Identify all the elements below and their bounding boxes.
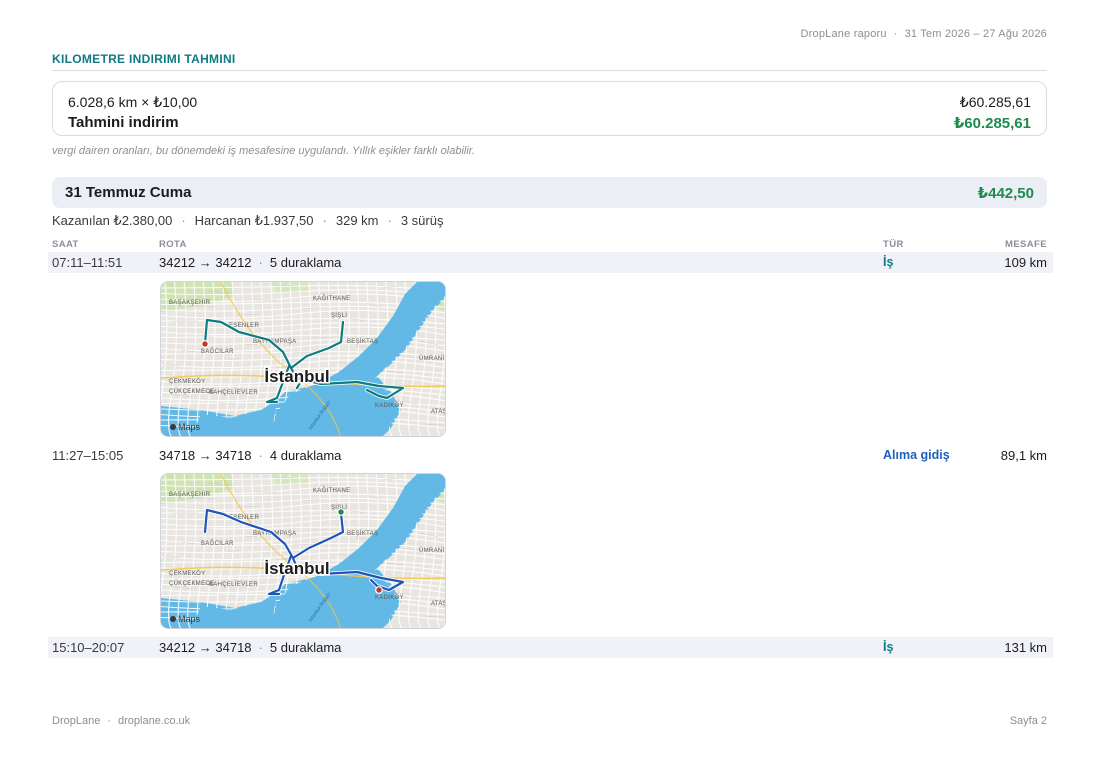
trip-type: İş: [883, 640, 894, 654]
map-district-label: ÜMRANİYE: [419, 547, 446, 554]
map-district-label: ÇÜKÇEKMECE: [169, 580, 214, 587]
footer-brand: DropLane: [52, 715, 101, 727]
trip-route-codes: 34212 → 34212: [159, 255, 252, 270]
trip-distance: 131 km: [1004, 640, 1047, 655]
map-district-label: BAHÇELİEVLER: [209, 389, 258, 396]
column-header-route: ROTA: [159, 239, 187, 250]
map-attribution-text: Maps: [178, 614, 201, 624]
calculation-note: vergi dairen oranları, bu dönemdeki iş m…: [52, 145, 476, 157]
trip-map[interactable]: BAŞAKŞEHİR KAĞITHANE ŞİŞLİ ESENLER BAYRAMPAŞ…: [160, 281, 446, 437]
trip-time: 11:27–15:05: [52, 448, 124, 463]
map-attribution-text: Maps: [178, 422, 201, 432]
stats-separator: ·: [322, 213, 327, 228]
calc-formula: 6.028,6 km × ₺10,00: [68, 94, 198, 110]
stats-separator: ·: [181, 213, 186, 228]
column-header-time: SAAT: [52, 239, 79, 250]
section-title: KILOMETRE INDIRIMI TAHMINI: [52, 52, 236, 66]
trip-type: Alıma gidiş: [883, 448, 950, 462]
trip-row[interactable]: 07:11–11:51 34212 → 34212 · 5 duraklama İş…: [48, 252, 1053, 273]
report-date-range: 31 Tem 2026 – 27 Ağu 2026: [904, 28, 1047, 40]
calc-total-row: Tahmini indirim ₺60.285,61: [68, 114, 1031, 132]
map-district-label: ÇÜKÇEKMECE: [169, 388, 214, 395]
map-district-label: ATAŞ: [431, 409, 446, 415]
trip-route-codes: 34212 → 34718: [159, 640, 252, 655]
footer: DropLane · droplane.co.uk: [52, 715, 190, 727]
trip-distance: 89,1 km: [1000, 448, 1047, 463]
map-city-label: İstanbul: [264, 559, 329, 578]
map-district-label: KADIKÖY: [375, 402, 404, 409]
map-district-label: ATAŞ: [431, 601, 446, 607]
day-distance: 329 km: [335, 213, 379, 228]
map-district-label: BAĞCILAR: [201, 348, 234, 355]
column-header-type: TÜR: [883, 239, 904, 250]
map-district-label: ÜMRANİYE: [419, 355, 446, 362]
day-title: 31 Temmuz Cuma: [65, 184, 192, 201]
trip-map[interactable]: BAŞAKŞEHİR KAĞITHANE ŞİŞLİ ESENLER BAYRAMPAŞ…: [160, 473, 446, 629]
apple-logo-icon: [170, 616, 176, 622]
map-district-label: BEŞİKTAŞ: [347, 530, 378, 537]
deduction-calculation-box: 6.028,6 km × ₺10,00 ₺60.285,61 Tahmini i…: [52, 81, 1047, 136]
calc-total-amount: ₺60.285,61: [953, 115, 1031, 132]
column-header-distance: MESAFE: [1005, 239, 1047, 250]
trip-route-codes: 34718 → 34718: [159, 448, 252, 463]
section-divider: [52, 70, 1047, 71]
map-canvas: BAŞAKŞEHİRKAĞITHANEŞİŞLİESENLERBAYRAMPAŞ…: [161, 474, 446, 628]
apple-logo-icon: [170, 424, 176, 430]
calc-total-label: Tahmini indirim: [68, 114, 179, 131]
trip-time: 15:10–20:07: [52, 640, 125, 655]
trip-stops: 5 duraklama: [269, 640, 342, 655]
map-city-label: İstanbul: [264, 367, 329, 386]
map-start-marker: [375, 586, 383, 594]
trip-row[interactable]: 11:27–15:05 34718 → 34718 · 4 duraklama Al…: [48, 445, 1053, 466]
map-canvas: BAŞAKŞEHİRKAĞITHANEŞİŞLİESENLERBAYRAMPAŞ…: [161, 282, 446, 436]
day-stats: Kazanılan ₺2.380,00 · Harcanan ₺1.937,50 · 3…: [52, 213, 443, 229]
trip-route: 34718 → 34718 · 4 duraklama: [159, 448, 341, 463]
report-app-name: DropLane raporu: [800, 28, 887, 40]
trip-stops: 5 duraklama: [269, 255, 342, 270]
trip-distance: 109 km: [1004, 255, 1047, 270]
calc-formula-row: 6.028,6 km × ₺10,00 ₺60.285,61: [68, 94, 1031, 111]
report-header: DropLane raporu · 31 Tem 2026 – 27 Ağu 202…: [801, 28, 1047, 40]
day-banner: 31 Temmuz Cuma ₺442,50: [52, 177, 1047, 208]
map-district-label: KADIKÖY: [375, 594, 404, 601]
map-district-label: BAŞAKŞEHİR: [169, 491, 211, 498]
day-spent: Harcanan ₺1.937,50: [194, 213, 314, 228]
map-district-label: KAĞITHANE: [313, 295, 350, 302]
map-district-label: ÇEKMEKÖY: [169, 570, 205, 577]
map-district-label: BAŞAKŞEHİR: [169, 299, 211, 306]
trip-route: 34212 → 34212 · 5 duraklama: [159, 255, 341, 270]
trip-type: İş: [883, 255, 894, 269]
trip-row[interactable]: 15:10–20:07 34212 → 34718 · 5 duraklama İş…: [48, 637, 1053, 658]
route-separator: ·: [258, 640, 263, 655]
map-district-label: ÇEKMEKÖY: [169, 378, 205, 385]
map-district-label: BEŞİKTAŞ: [347, 338, 378, 345]
trip-stops: 4 duraklama: [269, 448, 342, 463]
header-separator: ·: [893, 28, 898, 40]
trip-route: 34212 → 34718 · 5 duraklama: [159, 640, 341, 655]
day-trip-count: 3 sürüş: [400, 213, 444, 228]
map-start-marker: [201, 340, 209, 348]
footer-site[interactable]: droplane.co.uk: [118, 715, 190, 727]
stats-separator: ·: [387, 213, 392, 228]
trip-time: 07:11–11:51: [52, 255, 123, 270]
day-amount: ₺442,50: [977, 184, 1034, 202]
map-district-label: ŞİŞLİ: [331, 312, 347, 319]
calc-formula-amount: ₺60.285,61: [959, 94, 1031, 110]
map-district-label: KAĞITHANE: [313, 487, 350, 494]
day-earned: Kazanılan ₺2.380,00: [52, 213, 173, 228]
route-separator: ·: [258, 448, 263, 463]
page-number: Sayfa 2: [1009, 715, 1047, 727]
map-end-marker: [337, 508, 345, 516]
route-separator: ·: [258, 255, 263, 270]
footer-separator: ·: [107, 715, 111, 727]
map-district-label: BAĞCILAR: [201, 540, 234, 547]
map-district-label: BAHÇELİEVLER: [209, 581, 258, 588]
